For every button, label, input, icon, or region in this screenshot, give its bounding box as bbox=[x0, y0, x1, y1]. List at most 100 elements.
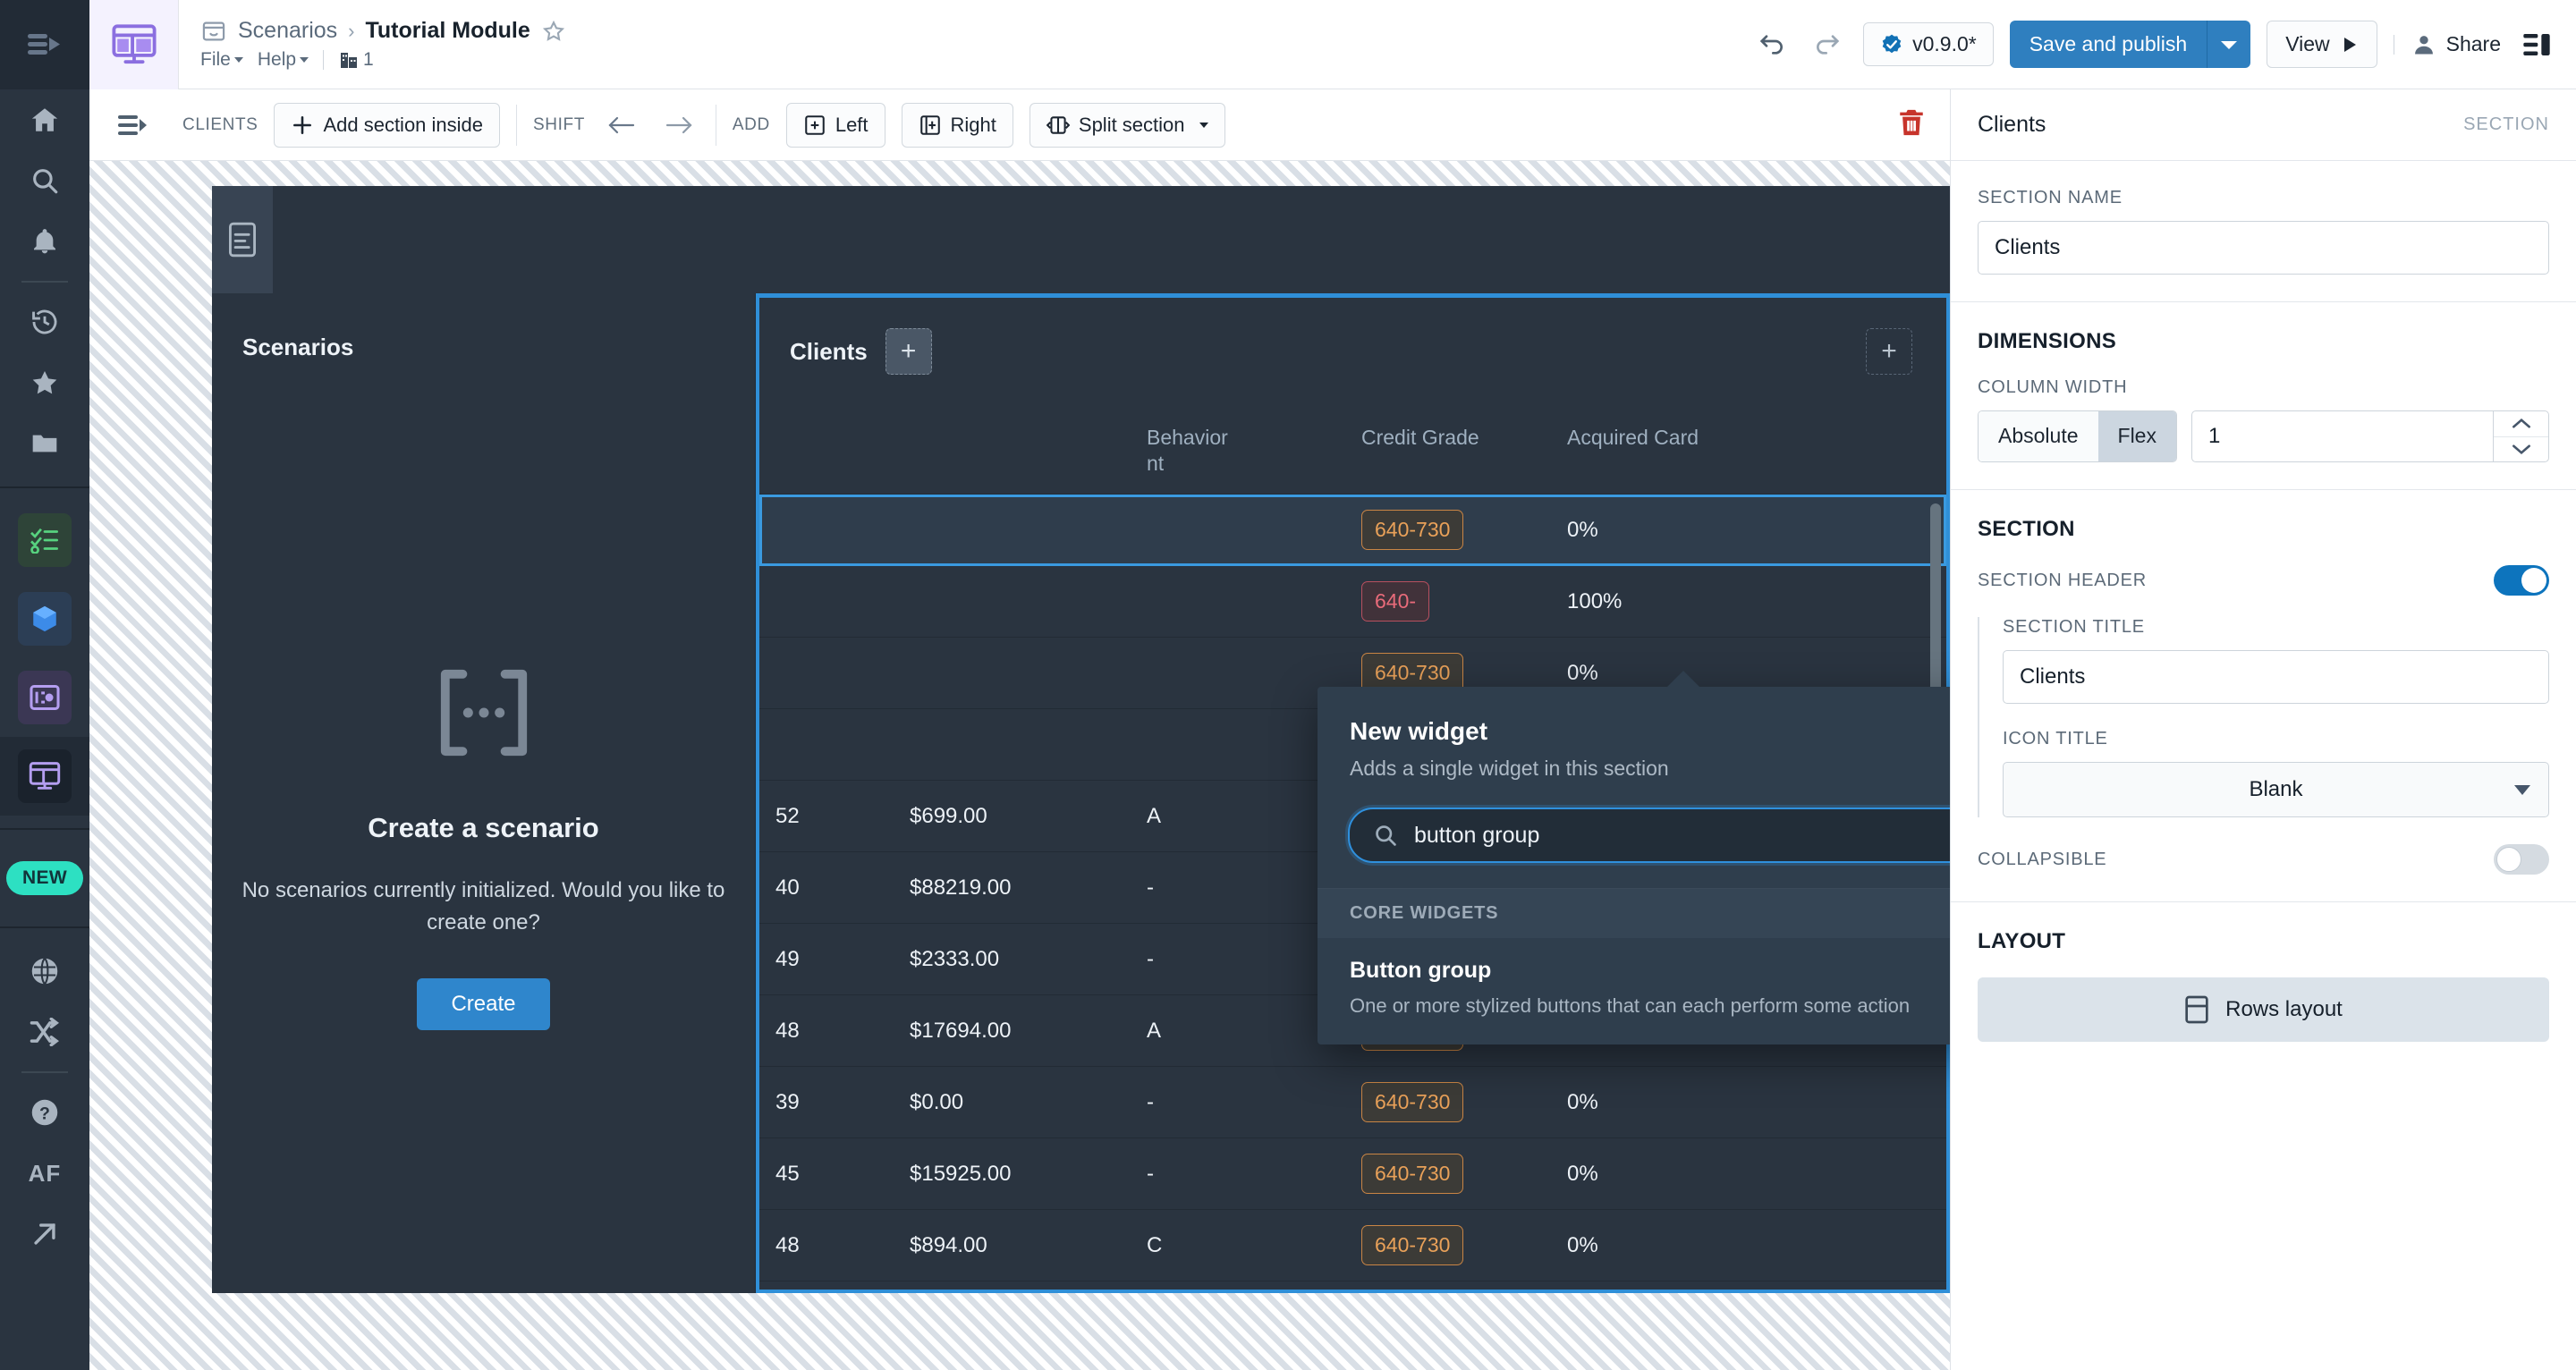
cell-acquired-card: 0% bbox=[1567, 517, 1598, 542]
history-icon bbox=[32, 309, 57, 334]
app-icon[interactable] bbox=[89, 0, 179, 89]
shift-label: SHIFT bbox=[533, 114, 585, 134]
save-and-publish-button[interactable]: Save and publish bbox=[2009, 21, 2251, 68]
sidebar-item-modules[interactable] bbox=[0, 737, 89, 816]
sidebar-item-account[interactable]: AF bbox=[0, 1143, 89, 1204]
collapsible-label: COLLAPSIBLE bbox=[1978, 849, 2107, 869]
add-right-button[interactable]: Right bbox=[901, 102, 1013, 148]
widget-search-input[interactable] bbox=[1413, 822, 1950, 849]
document-icon bbox=[229, 222, 256, 258]
sidebar-item-models[interactable] bbox=[0, 579, 89, 658]
section-name-input[interactable] bbox=[1978, 221, 2549, 275]
redo-button[interactable] bbox=[1808, 25, 1847, 64]
organization-indicator[interactable]: 1 bbox=[338, 49, 374, 71]
search-icon bbox=[33, 169, 58, 194]
sidebar-new-badge[interactable]: NEW bbox=[0, 842, 89, 914]
widget-search-box[interactable] bbox=[1348, 808, 1950, 863]
popup-subtitle: Adds a single widget in this section bbox=[1350, 757, 1669, 780]
interface-tile bbox=[18, 671, 72, 724]
view-button[interactable]: View bbox=[2267, 21, 2377, 68]
create-scenario-button[interactable]: Create bbox=[417, 978, 550, 1030]
flex-value[interactable]: 1 bbox=[2192, 411, 2493, 461]
sidebar-item-globe[interactable] bbox=[0, 941, 89, 1002]
table-header-acquired-card[interactable]: Acquired Card bbox=[1551, 425, 1775, 451]
cell-amount: $17694.00 bbox=[910, 1018, 1012, 1043]
sidebar-item-recent[interactable] bbox=[0, 292, 89, 352]
section-clients[interactable]: Clients + + Behavior nt Credit Grade Acq… bbox=[756, 293, 1950, 1293]
sidebar-item-search[interactable] bbox=[0, 150, 89, 211]
dimensions-block: DIMENSIONS COLUMN WIDTH Absolute Flex 1 bbox=[1951, 302, 2576, 490]
stepper-increment-button[interactable] bbox=[2494, 411, 2548, 436]
share-label: Share bbox=[2445, 32, 2501, 55]
table-row[interactable]: 640-730 0% bbox=[759, 495, 1946, 566]
section-scenarios-body: Create a scenario No scenarios currently… bbox=[212, 401, 755, 1293]
sidebar-item-interfaces[interactable] bbox=[0, 658, 89, 737]
undo-button[interactable] bbox=[1752, 25, 1792, 64]
file-menu[interactable]: File bbox=[200, 49, 243, 71]
table-header-credit-grade[interactable]: Credit Grade bbox=[1345, 425, 1551, 451]
section-header-toggle[interactable] bbox=[2494, 565, 2549, 596]
column-width-absolute-option[interactable]: Absolute bbox=[1979, 411, 2098, 461]
section-scenarios[interactable]: Scenarios Create a scenario No scenarios… bbox=[212, 293, 756, 1293]
table-header-behavior-line1: Behavior bbox=[1147, 426, 1228, 449]
table-row[interactable]: 640- 100% bbox=[759, 566, 1946, 638]
sidebar-item-notifications[interactable] bbox=[0, 211, 89, 272]
add-right-icon bbox=[919, 114, 940, 135]
redo-icon bbox=[1817, 34, 1840, 55]
sidebar-item-favorites[interactable] bbox=[0, 352, 89, 413]
right-panel-toggle[interactable] bbox=[2517, 25, 2556, 64]
table-row[interactable]: 45 $15925.00 - 640-730 0% bbox=[759, 1138, 1946, 1210]
properties-kind: SECTION bbox=[2463, 114, 2549, 134]
cell-index: 39 bbox=[775, 1089, 800, 1114]
checklist-icon bbox=[30, 528, 58, 554]
column-width-flex-option[interactable]: Flex bbox=[2097, 411, 2176, 461]
module-header bbox=[212, 186, 1950, 293]
stepper-decrement-button[interactable] bbox=[2494, 436, 2548, 462]
add-left-label: Left bbox=[835, 113, 869, 136]
split-section-icon bbox=[1046, 115, 1070, 134]
add-widget-button[interactable]: + bbox=[885, 328, 932, 375]
top-bar-actions: v0.9.0* Save and publish View Share bbox=[1752, 21, 2576, 68]
favorite-star-icon[interactable] bbox=[541, 19, 566, 44]
sidebar-item-external-link[interactable] bbox=[0, 1204, 89, 1264]
widget-option-button-group[interactable]: Button group One or more stylized button… bbox=[1318, 938, 1950, 1044]
table-row[interactable]: 48 $894.00 C 640-730 0% bbox=[759, 1210, 1946, 1281]
version-button[interactable]: v0.9.0* bbox=[1863, 22, 1994, 66]
split-section-button[interactable]: Split section bbox=[1029, 102, 1225, 148]
table-row[interactable]: 39 $0.00 - 640-730 0% bbox=[759, 1067, 1946, 1138]
cell-amount: $2333.00 bbox=[910, 946, 1000, 971]
sidebar-collapse-toggle[interactable] bbox=[0, 0, 89, 89]
cell-index: 52 bbox=[775, 803, 800, 828]
sidebar-item-rules[interactable] bbox=[0, 501, 89, 579]
sidebar-item-help[interactable]: ? bbox=[0, 1082, 89, 1143]
properties-panel-header: Clients SECTION bbox=[1951, 89, 2576, 161]
home-icon bbox=[31, 108, 58, 131]
table-header-behavior[interactable]: Behavior nt bbox=[1131, 425, 1345, 477]
cell-credit-grade: 640-730 bbox=[1345, 510, 1551, 550]
share-button[interactable]: Share bbox=[2411, 32, 2501, 57]
sidebar-item-shuffle[interactable] bbox=[0, 1002, 89, 1062]
sidebar-item-home[interactable] bbox=[0, 89, 89, 150]
help-menu-label: Help bbox=[257, 49, 297, 70]
module-header-tab[interactable] bbox=[212, 186, 273, 293]
checklist-tile bbox=[18, 513, 72, 567]
shift-right-button[interactable] bbox=[658, 105, 699, 146]
shift-left-button[interactable] bbox=[601, 105, 642, 146]
icon-title-select[interactable]: Blank bbox=[2003, 762, 2549, 817]
section-title-input[interactable] bbox=[2003, 650, 2549, 704]
cell-credit-grade: 640- bbox=[1345, 581, 1551, 622]
cell-behavior: - bbox=[1147, 1161, 1154, 1186]
section-scenarios-title: Scenarios bbox=[242, 333, 354, 360]
sidebar-item-projects[interactable] bbox=[0, 413, 89, 474]
rows-layout-button[interactable]: Rows layout bbox=[1978, 977, 2549, 1042]
help-menu[interactable]: Help bbox=[258, 49, 309, 71]
add-widget-right-button[interactable]: + bbox=[1866, 328, 1912, 375]
canvas-collapse-button[interactable] bbox=[98, 89, 166, 161]
save-dropdown-button[interactable] bbox=[2207, 21, 2251, 68]
collapsible-toggle[interactable] bbox=[2494, 844, 2549, 875]
breadcrumb-parent[interactable]: Scenarios bbox=[238, 18, 337, 44]
menu-divider bbox=[323, 50, 325, 70]
add-left-button[interactable]: Left bbox=[785, 102, 886, 148]
add-section-inside-button[interactable]: Add section inside bbox=[274, 102, 501, 148]
delete-section-button[interactable] bbox=[1896, 106, 1927, 143]
